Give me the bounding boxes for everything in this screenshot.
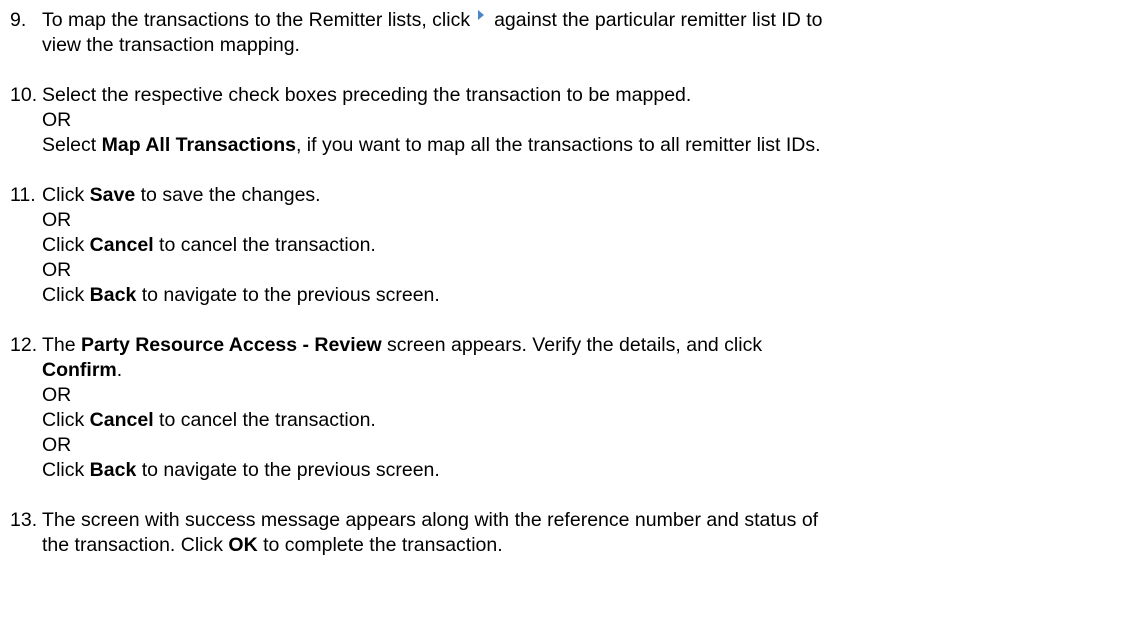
ui-term-back: Back (89, 284, 137, 306)
ui-term-back: Back (89, 459, 137, 481)
step-body: Select the respective check boxes preced… (42, 83, 1141, 158)
step-number: 11. (10, 184, 36, 206)
ui-term-cancel: Cancel (89, 234, 154, 256)
step-line: view the transaction mapping. (42, 34, 300, 56)
step-text: screen appears. Verify the details, and … (381, 334, 763, 356)
step-text: , if you want to map all the transaction… (295, 134, 821, 156)
step-text: to navigate to the previous screen. (136, 284, 440, 306)
blue-right-arrow-icon (478, 10, 485, 20)
step-body: The Party Resource Access - Review scree… (42, 333, 1141, 483)
step-text: The (42, 334, 82, 356)
ui-term-confirm: Confirm (42, 359, 117, 381)
step-line: Click Back to navigate to the previous s… (42, 458, 1141, 483)
step-text: to cancel the transaction. (153, 409, 376, 431)
ui-term-cancel: Cancel (89, 409, 154, 431)
step-line: Click Back to navigate to the previous s… (42, 283, 1141, 308)
step-body: Click Save to save the changes. OR Click… (42, 183, 1141, 308)
step-line: To map the transactions to the Remitter … (42, 8, 1141, 33)
step-line: Select Map All Transactions, if you want… (42, 133, 1141, 158)
step-line: the transaction. Click OK to complete th… (42, 533, 1141, 558)
step-text: Click (42, 234, 90, 256)
step-line: Click Cancel to cancel the transaction. (42, 233, 1141, 258)
step-line: The Party Resource Access - Review scree… (42, 333, 1141, 358)
step-number: 12. (10, 334, 38, 356)
step-line: Select the respective check boxes preced… (42, 84, 692, 106)
ui-term-save: Save (89, 184, 136, 206)
step-text: to save the changes. (135, 184, 321, 206)
step-body: The screen with success message appears … (42, 508, 1141, 558)
or-separator: OR (42, 384, 72, 406)
step-text: to navigate to the previous screen. (136, 459, 440, 481)
step-text: Click (42, 284, 90, 306)
step-text: against the particular remitter list ID … (494, 9, 823, 31)
step-number: 9. (10, 9, 27, 31)
or-separator: OR (42, 259, 72, 281)
ui-term-map-all-transactions: Map All Transactions (101, 134, 296, 156)
step-text: Click (42, 459, 90, 481)
step-text: Click (42, 184, 90, 206)
step-line: Confirm. (42, 358, 1141, 383)
step-text: to cancel the transaction. (153, 234, 376, 256)
step-text: To map the transactions to the Remitter … (42, 9, 471, 31)
step-text: Select (42, 134, 102, 156)
or-separator: OR (42, 209, 72, 231)
or-separator: OR (42, 109, 72, 131)
step-number: 13. (10, 509, 38, 531)
ui-term-party-resource-access-review: Party Resource Access - Review (81, 334, 382, 356)
step-line: The screen with success message appears … (42, 509, 819, 531)
step-text: to complete the transaction. (257, 534, 503, 556)
step-line: Click Save to save the changes. (42, 183, 1141, 208)
step-line: Click Cancel to cancel the transaction. (42, 408, 1141, 433)
step-body: To map the transactions to the Remitter … (42, 8, 1141, 58)
or-separator: OR (42, 434, 72, 456)
step-text: Click (42, 409, 90, 431)
step-text: the transaction. Click (42, 534, 229, 556)
step-number: 10. (10, 84, 38, 106)
ui-term-ok: OK (228, 534, 258, 556)
step-text: . (116, 359, 123, 381)
